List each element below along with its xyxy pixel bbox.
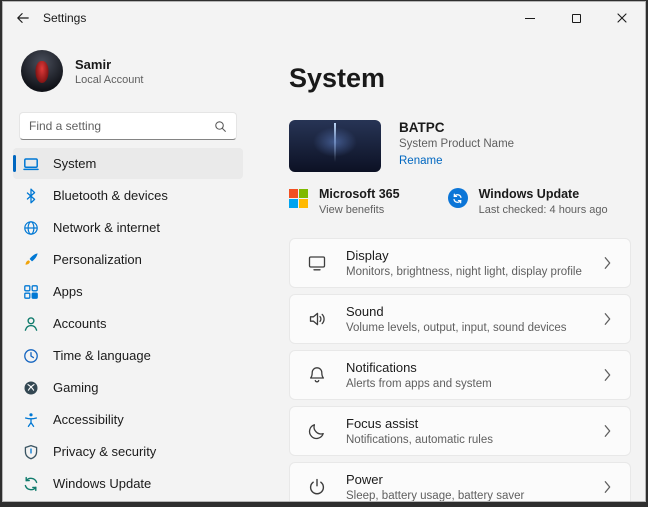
device-model: System Product Name bbox=[399, 138, 514, 150]
search-box bbox=[19, 112, 237, 140]
windows-update-icon bbox=[23, 476, 39, 492]
sound-icon bbox=[306, 308, 328, 330]
maximize-icon bbox=[572, 14, 581, 23]
maximize-button[interactable] bbox=[553, 2, 599, 34]
chevron-right-icon bbox=[603, 480, 612, 494]
sidebar-item-label: Personalization bbox=[53, 252, 142, 267]
windows-update-status-icon bbox=[448, 188, 468, 208]
sidebar-item-label: Apps bbox=[53, 284, 83, 299]
titlebar: Settings bbox=[3, 2, 645, 34]
status-title: Windows Update bbox=[479, 187, 608, 201]
window-title: Settings bbox=[43, 11, 86, 25]
user-account-type: Local Account bbox=[75, 74, 144, 86]
sidebar-item-accounts[interactable]: Accounts bbox=[13, 308, 243, 339]
windows-update-status[interactable]: Windows Update Last checked: 4 hours ago bbox=[448, 187, 608, 216]
sidebar-item-label: Time & language bbox=[53, 348, 151, 363]
sidebar-item-apps[interactable]: Apps bbox=[13, 276, 243, 307]
avatar bbox=[21, 50, 63, 92]
personalization-icon bbox=[23, 252, 39, 268]
main-content: System BATPC System Product Name Rename … bbox=[253, 34, 645, 501]
status-subtitle: Last checked: 4 hours ago bbox=[479, 204, 608, 216]
sidebar-item-bluetooth-devices[interactable]: Bluetooth & devices bbox=[13, 180, 243, 211]
apps-icon bbox=[23, 284, 39, 300]
rename-link[interactable]: Rename bbox=[399, 155, 442, 167]
sidebar-nav: System Bluetooth & devices Network & int… bbox=[13, 148, 245, 499]
sidebar-item-label: Accessibility bbox=[53, 412, 124, 427]
sidebar-item-label: Gaming bbox=[53, 380, 99, 395]
sidebar-item-label: Accounts bbox=[53, 316, 106, 331]
user-name: Samir bbox=[75, 57, 144, 72]
sidebar-item-time-language[interactable]: Time & language bbox=[13, 340, 243, 371]
sidebar-item-label: Privacy & security bbox=[53, 444, 156, 459]
close-button[interactable] bbox=[599, 2, 645, 34]
settings-card-focus-assist[interactable]: Focus assist Notifications, automatic ru… bbox=[289, 406, 631, 456]
settings-card-display[interactable]: Display Monitors, brightness, night ligh… bbox=[289, 238, 631, 288]
notifications-icon bbox=[306, 364, 328, 386]
time-language-icon bbox=[23, 348, 39, 364]
card-label: Power bbox=[346, 472, 524, 487]
minimize-icon bbox=[525, 18, 535, 19]
sidebar-item-label: Network & internet bbox=[53, 220, 160, 235]
accounts-icon bbox=[23, 316, 39, 332]
sidebar: Samir Local Account System bbox=[3, 34, 253, 501]
settings-card-notifications[interactable]: Notifications Alerts from apps and syste… bbox=[289, 350, 631, 400]
sidebar-item-gaming[interactable]: Gaming bbox=[13, 372, 243, 403]
card-label: Sound bbox=[346, 304, 567, 319]
card-description: Volume levels, output, input, sound devi… bbox=[346, 322, 567, 334]
chevron-right-icon bbox=[603, 312, 612, 326]
chevron-right-icon bbox=[603, 256, 612, 270]
status-row: Microsoft 365 View benefits Windows Upda… bbox=[289, 187, 631, 216]
window-controls bbox=[507, 2, 645, 34]
sidebar-item-system[interactable]: System bbox=[13, 148, 243, 179]
sidebar-item-network-internet[interactable]: Network & internet bbox=[13, 212, 243, 243]
power-icon bbox=[306, 476, 328, 498]
microsoft-365-status[interactable]: Microsoft 365 View benefits bbox=[289, 187, 400, 216]
display-icon bbox=[306, 252, 328, 274]
status-title: Microsoft 365 bbox=[319, 187, 400, 201]
device-info: BATPC System Product Name Rename bbox=[289, 120, 631, 172]
minimize-button[interactable] bbox=[507, 2, 553, 34]
card-description: Alerts from apps and system bbox=[346, 378, 492, 390]
sidebar-item-personalization[interactable]: Personalization bbox=[13, 244, 243, 275]
search-icon[interactable] bbox=[214, 120, 227, 133]
card-description: Notifications, automatic rules bbox=[346, 434, 493, 446]
page-title: System bbox=[289, 62, 631, 94]
bluetooth-icon bbox=[23, 188, 39, 204]
close-icon bbox=[617, 13, 627, 23]
sidebar-item-windows-update[interactable]: Windows Update bbox=[13, 468, 243, 499]
sidebar-item-label: Windows Update bbox=[53, 476, 151, 491]
microsoft-365-logo bbox=[289, 189, 308, 208]
sidebar-item-accessibility[interactable]: Accessibility bbox=[13, 404, 243, 435]
device-name: BATPC bbox=[399, 120, 514, 135]
settings-card-sound[interactable]: Sound Volume levels, output, input, soun… bbox=[289, 294, 631, 344]
card-label: Display bbox=[346, 248, 582, 263]
settings-window: Settings Samir Local Account bbox=[2, 1, 646, 502]
accessibility-icon bbox=[23, 412, 39, 428]
back-arrow-icon bbox=[16, 11, 30, 25]
card-description: Sleep, battery usage, battery saver bbox=[346, 490, 524, 501]
settings-card-power[interactable]: Power Sleep, battery usage, battery save… bbox=[289, 462, 631, 501]
chevron-right-icon bbox=[603, 424, 612, 438]
status-subtitle: View benefits bbox=[319, 204, 400, 216]
system-icon bbox=[23, 156, 39, 172]
sidebar-item-privacy-security[interactable]: Privacy & security bbox=[13, 436, 243, 467]
card-label: Focus assist bbox=[346, 416, 493, 431]
search-input[interactable] bbox=[29, 119, 208, 133]
settings-card-list: Display Monitors, brightness, night ligh… bbox=[289, 238, 631, 501]
chevron-right-icon bbox=[603, 368, 612, 382]
device-wallpaper-thumbnail bbox=[289, 120, 381, 172]
sidebar-item-label: System bbox=[53, 156, 96, 171]
network-icon bbox=[23, 220, 39, 236]
privacy-security-icon bbox=[23, 444, 39, 460]
gaming-icon bbox=[23, 380, 39, 396]
card-description: Monitors, brightness, night light, displ… bbox=[346, 266, 582, 278]
user-account[interactable]: Samir Local Account bbox=[13, 46, 245, 96]
card-label: Notifications bbox=[346, 360, 492, 375]
focus-assist-icon bbox=[306, 420, 328, 442]
back-button[interactable] bbox=[3, 2, 43, 34]
sidebar-item-label: Bluetooth & devices bbox=[53, 188, 168, 203]
